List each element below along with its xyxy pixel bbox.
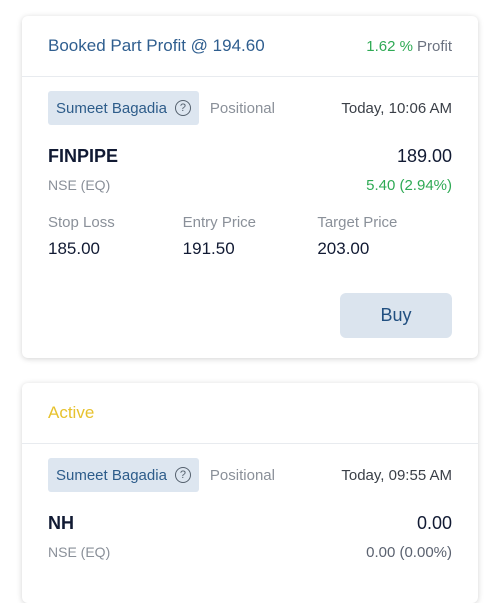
status-text: Active bbox=[48, 403, 95, 422]
analyst-chip[interactable]: Sumeet Bagadia ? bbox=[48, 91, 199, 125]
profit-percent: 1.62 % bbox=[366, 37, 413, 55]
status-text: Booked Part Profit @ 194.60 bbox=[48, 36, 265, 55]
buy-button[interactable]: Buy bbox=[340, 293, 452, 338]
price-change: 5.40 (2.94%) bbox=[366, 177, 452, 194]
stop-loss-value: 185.00 bbox=[48, 239, 100, 258]
stock-price: 189.00 bbox=[396, 146, 452, 166]
timestamp: Today, 10:06 AM bbox=[341, 99, 452, 117]
trade-category: Positional bbox=[209, 99, 275, 117]
entry-price: Entry Price 191.50 bbox=[183, 214, 318, 259]
stop-loss: Stop Loss 185.00 bbox=[48, 214, 183, 259]
exchange: NSE (EQ) bbox=[48, 544, 111, 560]
target-price: Target Price 203.00 bbox=[317, 214, 452, 259]
meta-row: Sumeet Bagadia ? Positional Today, 09:55… bbox=[48, 458, 452, 492]
card-header: Booked Part Profit @ 194.60 1.62 % Profit bbox=[22, 16, 478, 77]
trade-card-nh[interactable]: Active Sumeet Bagadia ? Positional Today… bbox=[22, 383, 478, 603]
trade-category: Positional bbox=[209, 466, 275, 484]
exchange: NSE (EQ) bbox=[48, 177, 111, 193]
entry-price-label: Entry Price bbox=[182, 214, 257, 231]
analyst-chip[interactable]: Sumeet Bagadia ? bbox=[48, 458, 199, 492]
stock-row: NH 0.00 bbox=[48, 513, 452, 534]
analyst-name: Sumeet Bagadia bbox=[56, 99, 167, 117]
stock-symbol: NH bbox=[48, 513, 74, 533]
profit-summary: 1.62 % Profit bbox=[366, 38, 452, 55]
target-price-value: 203.00 bbox=[317, 239, 370, 258]
price-levels: Stop Loss 185.00 Entry Price 191.50 Targ… bbox=[48, 214, 452, 259]
meta-row: Sumeet Bagadia ? Positional Today, 10:06… bbox=[48, 91, 452, 125]
exchange-row: NSE (EQ) 5.40 (2.94%) bbox=[48, 177, 452, 194]
profit-label: Profit bbox=[416, 37, 452, 55]
trade-card-finpipe[interactable]: Booked Part Profit @ 194.60 1.62 % Profit… bbox=[22, 16, 478, 358]
target-price-label: Target Price bbox=[317, 214, 398, 231]
entry-price-value: 191.50 bbox=[182, 239, 235, 258]
exchange-row: NSE (EQ) 0.00 (0.00%) bbox=[48, 544, 452, 561]
price-change: 0.00 (0.00%) bbox=[366, 544, 452, 561]
timestamp: Today, 09:55 AM bbox=[341, 466, 452, 484]
stop-loss-label: Stop Loss bbox=[48, 214, 115, 231]
stock-symbol: FINPIPE bbox=[48, 146, 119, 166]
card-header: Active bbox=[22, 383, 478, 444]
help-question-icon[interactable]: ? bbox=[174, 100, 191, 116]
stock-price: 0.00 bbox=[416, 513, 452, 533]
stock-row: FINPIPE 189.00 bbox=[48, 146, 452, 167]
help-question-icon[interactable]: ? bbox=[174, 467, 191, 483]
analyst-name: Sumeet Bagadia bbox=[56, 466, 167, 484]
